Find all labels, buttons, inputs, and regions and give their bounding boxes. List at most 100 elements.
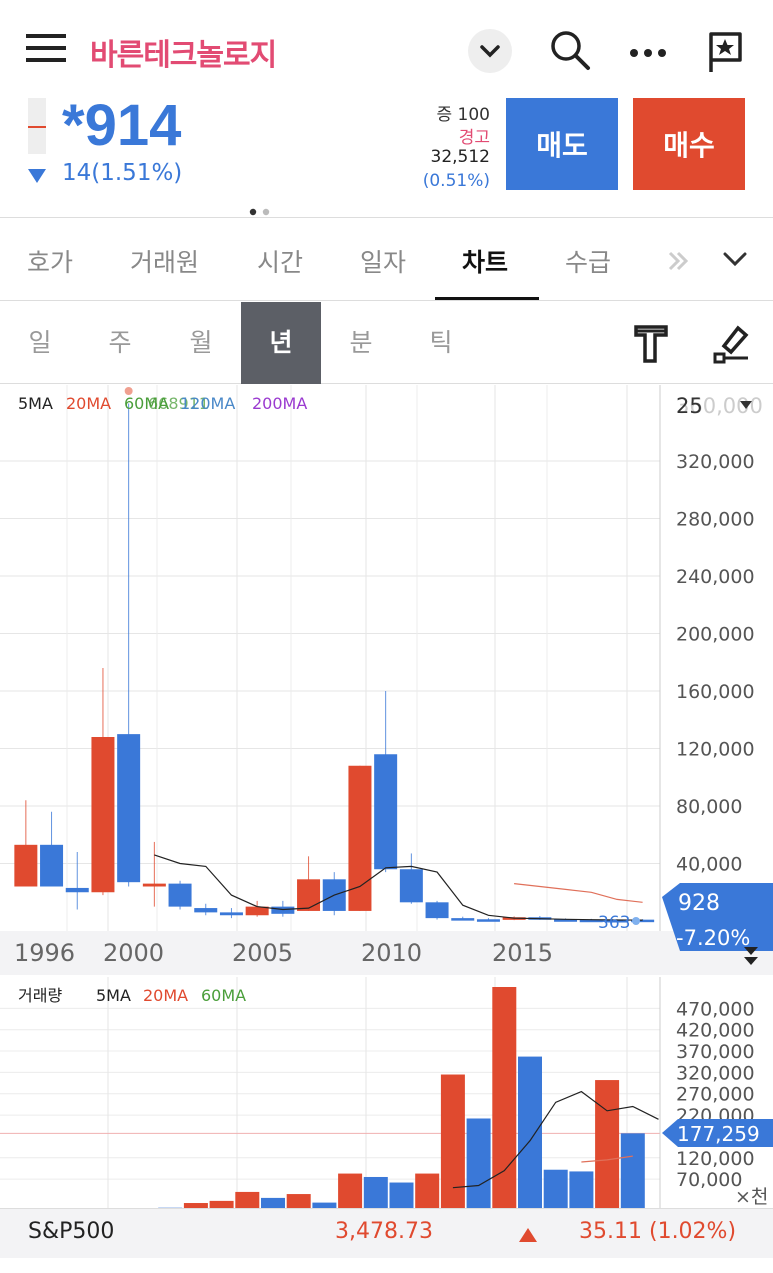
period-selector: 일 주 월 년 분 틱	[0, 302, 773, 384]
trade-volume: 32,512	[430, 147, 490, 167]
index-value: 3,478.73	[335, 1219, 433, 1244]
price-y-tick: 120,000	[676, 739, 755, 761]
price-candle	[40, 811, 64, 887]
drawing-pen-icon[interactable]	[712, 324, 752, 368]
y-top-label: 25	[676, 394, 703, 418]
period-year[interactable]: 년	[241, 302, 321, 384]
price-y-tick: 200,000	[676, 624, 755, 646]
price-chart-marks	[14, 387, 655, 923]
volume-bar	[286, 1194, 311, 1209]
index-change-value: 35.11	[579, 1219, 642, 1244]
tab-brokers[interactable]: 거래원	[130, 243, 199, 279]
volume-legend: 거래량 5MA 20MA 60MA	[18, 986, 246, 1005]
app-header: 바른테크놀로지	[0, 0, 773, 96]
tabs-expand-chevron-icon[interactable]	[722, 249, 748, 273]
price-candle	[91, 668, 115, 896]
price-y-tick: 240,000	[676, 566, 755, 588]
price-ma20-line	[514, 883, 643, 903]
price-chart-axes: 320,000 280,000 240,000 200,000 160,000 120,0…	[14, 451, 755, 967]
margin-tag: 증 100	[437, 100, 491, 125]
volume-chart[interactable]: 470,000420,000370,000320,000270,000220,0…	[0, 977, 773, 1209]
volume-y-tick: 370,000	[676, 1041, 755, 1063]
price-chart[interactable]: 320,000 280,000 240,000 200,000 160,000 120,0…	[0, 385, 773, 977]
tab-supply-demand[interactable]: 수급	[565, 243, 611, 279]
bookmark-flag-icon[interactable]	[706, 30, 746, 78]
tab-time[interactable]: 시간	[257, 243, 303, 279]
volume-bar	[235, 1191, 260, 1209]
current-change-label: -7.20%	[676, 926, 750, 950]
period-minute[interactable]: 분	[321, 302, 401, 384]
volume-y-tick: 420,000	[676, 1020, 755, 1042]
volume-bar	[569, 1171, 594, 1209]
price-candle	[399, 853, 423, 904]
y-top-selector[interactable]: 360,000 25	[676, 394, 763, 418]
legend-5ma: 5MA	[18, 394, 53, 413]
detail-tabs: 호가 거래원 시간 일자 차트 수급	[0, 219, 773, 301]
period-week[interactable]: 주	[80, 302, 160, 384]
price-candle	[297, 856, 321, 911]
index-change: 35.11 (1.02%)	[579, 1219, 736, 1244]
bottom-nav-strip	[0, 1258, 773, 1273]
price-candle	[194, 903, 218, 916]
price-y-tick: 160,000	[676, 681, 755, 703]
volume-title: 거래량	[18, 986, 62, 1005]
price-candle	[425, 900, 449, 920]
period-month[interactable]: 월	[161, 302, 241, 384]
hamburger-icon[interactable]	[26, 34, 66, 64]
volume-unit-label: ×천	[735, 1186, 768, 1208]
search-icon[interactable]	[548, 28, 592, 76]
legend-20ma: 20MA	[66, 394, 111, 413]
volume-legend-20ma: 20MA	[143, 986, 188, 1005]
legend-200ma: 200MA	[252, 394, 307, 413]
more-dots-icon[interactable]	[629, 44, 669, 63]
page-indicator-dots	[249, 201, 273, 220]
up-triangle-icon	[519, 1227, 537, 1246]
tab-daily[interactable]: 일자	[360, 243, 406, 279]
price-y-tick: 80,000	[676, 796, 742, 818]
trade-volume-pct: (0.51%)	[422, 171, 490, 191]
period-day[interactable]: 일	[0, 302, 80, 384]
volume-bar	[363, 1176, 388, 1209]
stock-title[interactable]: 바른테크놀로지	[90, 30, 277, 74]
margin-value: 100	[457, 105, 490, 125]
volume-y-tick: 120,000	[676, 1148, 755, 1170]
volume-legend-60ma: 60MA	[201, 986, 246, 1005]
buy-button[interactable]: 매수	[633, 98, 745, 190]
volume-legend-5ma: 5MA	[96, 986, 131, 1005]
volume-y-tick: 320,000	[676, 1062, 755, 1084]
price-ma5-line	[154, 854, 643, 921]
volume-chart-axes: 470,000420,000370,000320,000270,000220,0…	[676, 998, 755, 1191]
volume-bar	[543, 1169, 568, 1209]
tab-orderbook[interactable]: 호가	[27, 243, 73, 279]
price-candle	[219, 908, 243, 919]
indicator-tool-icon[interactable]	[633, 324, 669, 368]
price-y-tick: 320,000	[676, 451, 755, 473]
price-candle	[65, 852, 89, 910]
sell-button[interactable]: 매도	[506, 98, 618, 190]
current-volume-marker: 177,259	[662, 1119, 773, 1147]
chevron-down-icon[interactable]	[468, 29, 512, 73]
warning-badge: 경고	[458, 128, 490, 148]
index-ticker-bar[interactable]: S&P500 3,478.73 35.11 (1.02%)	[0, 1208, 773, 1258]
volume-y-tick: 70,000	[676, 1169, 742, 1191]
current-price-label: 928	[678, 891, 720, 916]
period-tick[interactable]: 틱	[401, 302, 481, 384]
price-candle	[142, 841, 166, 907]
active-tab-underline	[435, 297, 539, 300]
price-y-tick: 280,000	[676, 509, 755, 531]
volume-bar	[620, 1133, 645, 1209]
volume-bar	[595, 1080, 620, 1209]
scroll-right-icon[interactable]	[666, 249, 692, 277]
price-candle	[374, 691, 398, 873]
volume-y-tick: 270,000	[676, 1084, 755, 1106]
tab-chart[interactable]: 차트	[462, 243, 508, 279]
index-name: S&P500	[28, 1219, 115, 1244]
volume-bar	[338, 1173, 363, 1209]
legend-120ma: 120MA	[180, 394, 235, 413]
price-candle	[14, 800, 38, 887]
down-triangle-icon	[28, 168, 46, 187]
volume-bar	[440, 1074, 465, 1209]
price-legend: 5MA 20MA 60MA 668911 120MA 200MA	[18, 394, 307, 413]
volume-bar	[466, 1118, 491, 1209]
price-candle	[322, 872, 346, 916]
